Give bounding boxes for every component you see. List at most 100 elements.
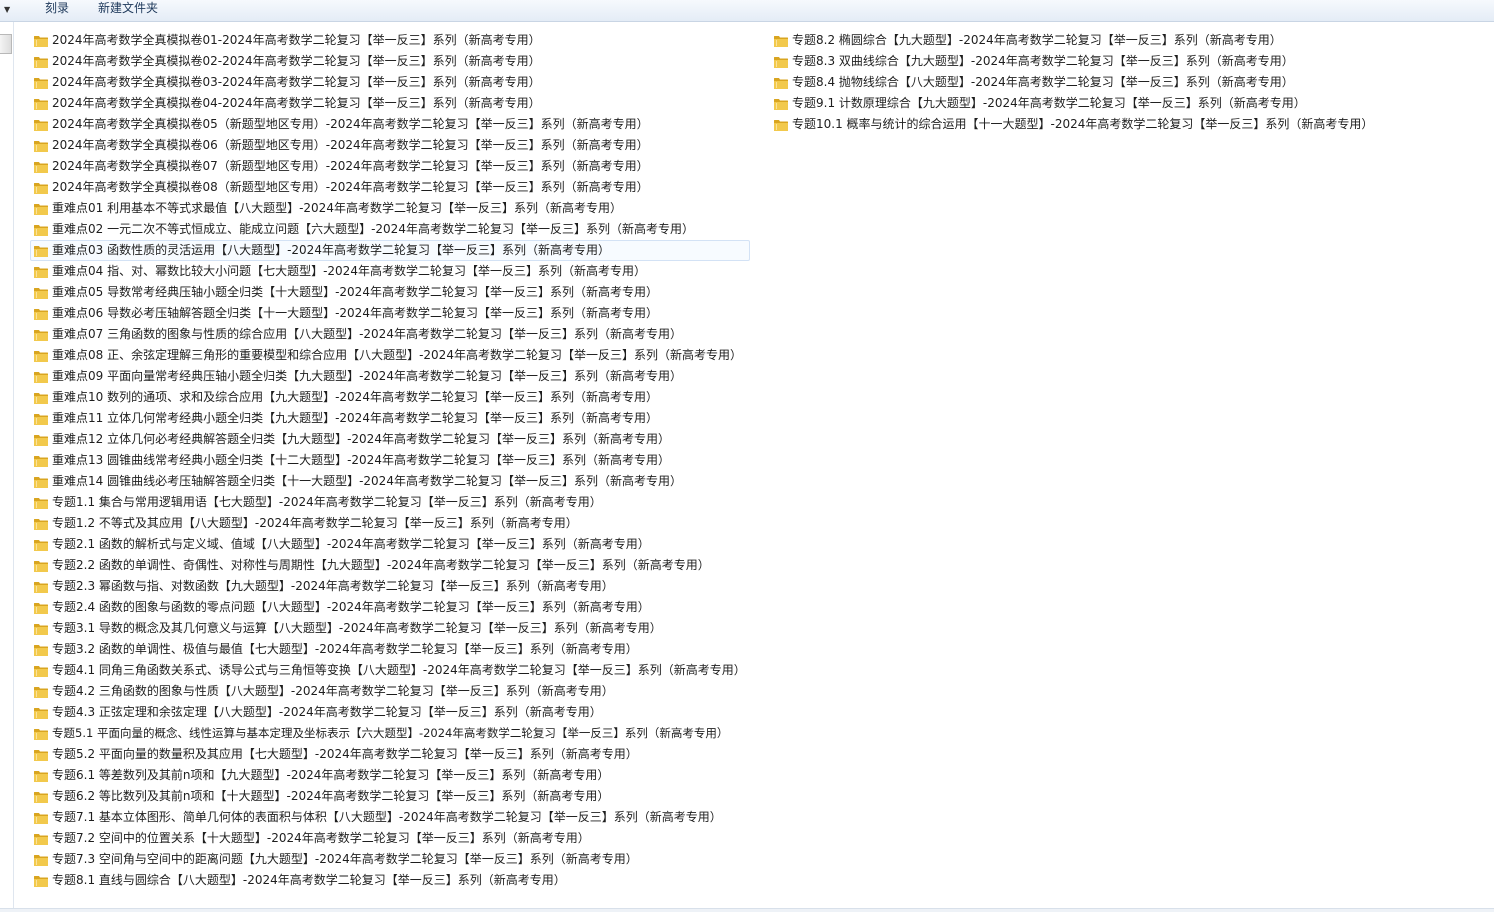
folder-item[interactable]: 专题1.2 不等式及其应用【八大题型】-2024年高考数学二轮复习【举一反三】系…	[33, 513, 750, 534]
folder-icon	[33, 181, 49, 195]
folder-item[interactable]: 专题7.2 空间中的位置关系【十大题型】-2024年高考数学二轮复习【举一反三】…	[33, 828, 750, 849]
folder-name: 专题10.1 概率与统计的综合运用【十一大题型】-2024年高考数学二轮复习【举…	[792, 117, 1374, 131]
folder-item[interactable]: 专题8.1 直线与圆综合【八大题型】-2024年高考数学二轮复习【举一反三】系列…	[33, 870, 750, 891]
folder-item[interactable]: 专题8.2 椭圆综合【九大题型】-2024年高考数学二轮复习【举一反三】系列（新…	[773, 30, 1377, 51]
folder-name: 专题8.2 椭圆综合【九大题型】-2024年高考数学二轮复习【举一反三】系列（新…	[792, 33, 1282, 47]
folder-icon	[33, 223, 49, 237]
folder-name: 专题9.1 计数原理综合【九大题型】-2024年高考数学二轮复习【举一反三】系列…	[792, 96, 1306, 110]
folder-item[interactable]: 重难点07 三角函数的图象与性质的综合应用【八大题型】-2024年高考数学二轮复…	[33, 324, 750, 345]
folder-name: 专题4.2 三角函数的图象与性质【八大题型】-2024年高考数学二轮复习【举一反…	[52, 684, 614, 698]
folder-item[interactable]: 重难点09 平面向量常考经典压轴小题全归类【九大题型】-2024年高考数学二轮复…	[33, 366, 750, 387]
folder-item[interactable]: 重难点14 圆锥曲线必考压轴解答题全归类【十一大题型】-2024年高考数学二轮复…	[33, 471, 750, 492]
folder-item[interactable]: 2024年高考数学全真模拟卷01-2024年高考数学二轮复习【举一反三】系列（新…	[33, 30, 750, 51]
folder-name: 专题2.2 函数的单调性、奇偶性、对称性与周期性【九大题型】-2024年高考数学…	[52, 558, 710, 572]
file-list-column-2: 专题8.2 椭圆综合【九大题型】-2024年高考数学二轮复习【举一反三】系列（新…	[773, 30, 1377, 135]
folder-item[interactable]: 专题6.2 等比数列及其前n项和【十大题型】-2024年高考数学二轮复习【举一反…	[33, 786, 750, 807]
folder-name: 专题7.3 空间角与空间中的距离问题【九大题型】-2024年高考数学二轮复习【举…	[52, 852, 638, 866]
folder-icon	[33, 97, 49, 111]
folder-icon	[33, 748, 49, 762]
folder-icon	[773, 118, 789, 132]
folder-item[interactable]: 专题8.3 双曲线综合【九大题型】-2024年高考数学二轮复习【举一反三】系列（…	[773, 51, 1377, 72]
folder-item[interactable]: 重难点13 圆锥曲线常考经典小题全归类【十二大题型】-2024年高考数学二轮复习…	[33, 450, 750, 471]
folder-item[interactable]: 专题9.1 计数原理综合【九大题型】-2024年高考数学二轮复习【举一反三】系列…	[773, 93, 1377, 114]
folder-item[interactable]: 专题7.1 基本立体图形、简单几何体的表面积与体积【八大题型】-2024年高考数…	[33, 807, 750, 828]
folder-item[interactable]: 专题3.2 函数的单调性、极值与最值【七大题型】-2024年高考数学二轮复习【举…	[33, 639, 750, 660]
folder-name: 重难点06 导数必考压轴解答题全归类【十一大题型】-2024年高考数学二轮复习【…	[52, 306, 658, 320]
folder-item[interactable]: 专题8.4 抛物线综合【八大题型】-2024年高考数学二轮复习【举一反三】系列（…	[773, 72, 1377, 93]
folder-icon	[33, 496, 49, 510]
command-bar: ▼ 刻录 新建文件夹	[0, 0, 1494, 22]
folder-item[interactable]: 专题6.1 等差数列及其前n项和【九大题型】-2024年高考数学二轮复习【举一反…	[33, 765, 750, 786]
folder-item[interactable]: 重难点10 数列的通项、求和及综合应用【九大题型】-2024年高考数学二轮复习【…	[33, 387, 750, 408]
folder-item[interactable]: 专题2.4 函数的图象与函数的零点问题【八大题型】-2024年高考数学二轮复习【…	[33, 597, 750, 618]
folder-icon	[33, 832, 49, 846]
folder-item[interactable]: 专题1.1 集合与常用逻辑用语【七大题型】-2024年高考数学二轮复习【举一反三…	[33, 492, 750, 513]
folder-name: 重难点10 数列的通项、求和及综合应用【九大题型】-2024年高考数学二轮复习【…	[52, 390, 658, 404]
folder-icon	[33, 454, 49, 468]
folder-item[interactable]: 重难点04 指、对、幂数比较大小问题【七大题型】-2024年高考数学二轮复习【举…	[33, 261, 750, 282]
folder-item[interactable]: 重难点02 一元二次不等式恒成立、能成立问题【六大题型】-2024年高考数学二轮…	[33, 219, 750, 240]
folder-icon	[33, 769, 49, 783]
folder-item[interactable]: 专题3.1 导数的概念及其几何意义与运算【八大题型】-2024年高考数学二轮复习…	[33, 618, 750, 639]
folder-item[interactable]: 重难点06 导数必考压轴解答题全归类【十一大题型】-2024年高考数学二轮复习【…	[33, 303, 750, 324]
folder-name: 专题3.2 函数的单调性、极值与最值【七大题型】-2024年高考数学二轮复习【举…	[52, 642, 638, 656]
folder-item[interactable]: 重难点11 立体几何常考经典小题全归类【九大题型】-2024年高考数学二轮复习【…	[33, 408, 750, 429]
folder-name: 专题8.1 直线与圆综合【八大题型】-2024年高考数学二轮复习【举一反三】系列…	[52, 873, 566, 887]
folder-item[interactable]: 专题4.2 三角函数的图象与性质【八大题型】-2024年高考数学二轮复习【举一反…	[33, 681, 750, 702]
folder-item[interactable]: 2024年高考数学全真模拟卷02-2024年高考数学二轮复习【举一反三】系列（新…	[33, 51, 750, 72]
folder-icon	[33, 412, 49, 426]
folder-item[interactable]: 2024年高考数学全真模拟卷08（新题型地区专用）-2024年高考数学二轮复习【…	[33, 177, 750, 198]
folder-name: 重难点02 一元二次不等式恒成立、能成立问题【六大题型】-2024年高考数学二轮…	[52, 222, 694, 236]
folder-icon	[33, 244, 49, 258]
folder-item[interactable]: 重难点03 函数性质的灵活运用【八大题型】-2024年高考数学二轮复习【举一反三…	[30, 240, 750, 261]
folder-item[interactable]: 专题5.2 平面向量的数量积及其应用【七大题型】-2024年高考数学二轮复习【举…	[33, 744, 750, 765]
folder-name: 重难点03 函数性质的灵活运用【八大题型】-2024年高考数学二轮复习【举一反三…	[52, 243, 610, 257]
folder-name: 重难点07 三角函数的图象与性质的综合应用【八大题型】-2024年高考数学二轮复…	[52, 327, 682, 341]
folder-item[interactable]: 重难点05 导数常考经典压轴小题全归类【十大题型】-2024年高考数学二轮复习【…	[33, 282, 750, 303]
folder-icon	[33, 265, 49, 279]
folder-item[interactable]: 专题7.3 空间角与空间中的距离问题【九大题型】-2024年高考数学二轮复习【举…	[33, 849, 750, 870]
new-folder-button[interactable]: 新建文件夹	[98, 0, 158, 21]
folder-icon	[33, 853, 49, 867]
folder-name: 专题6.2 等比数列及其前n项和【十大题型】-2024年高考数学二轮复习【举一反…	[52, 789, 610, 803]
folder-item[interactable]: 专题4.3 正弦定理和余弦定理【八大题型】-2024年高考数学二轮复习【举一反三…	[33, 702, 750, 723]
folder-icon	[773, 97, 789, 111]
folder-icon	[33, 517, 49, 531]
folder-item[interactable]: 专题2.2 函数的单调性、奇偶性、对称性与周期性【九大题型】-2024年高考数学…	[33, 555, 750, 576]
folder-name: 专题4.1 同角三角函数关系式、诱导公式与三角恒等变换【八大题型】-2024年高…	[52, 663, 746, 677]
folder-item[interactable]: 2024年高考数学全真模拟卷06（新题型地区专用）-2024年高考数学二轮复习【…	[33, 135, 750, 156]
file-list-view: 2024年高考数学全真模拟卷01-2024年高考数学二轮复习【举一反三】系列（新…	[15, 22, 1494, 908]
folder-name: 专题8.3 双曲线综合【九大题型】-2024年高考数学二轮复习【举一反三】系列（…	[792, 54, 1294, 68]
folder-item[interactable]: 专题5.1 平面向量的概念、线性运算与基本定理及坐标表示【六大题型】-2024年…	[33, 723, 750, 744]
folder-name: 重难点01 利用基本不等式求最值【八大题型】-2024年高考数学二轮复习【举一反…	[52, 201, 622, 215]
chevron-down-icon[interactable]: ▼	[4, 5, 10, 15]
burn-button[interactable]: 刻录	[45, 0, 69, 21]
folder-name: 专题7.1 基本立体图形、简单几何体的表面积与体积【八大题型】-2024年高考数…	[52, 810, 722, 824]
folder-item[interactable]: 2024年高考数学全真模拟卷05（新题型地区专用）-2024年高考数学二轮复习【…	[33, 114, 750, 135]
folder-item[interactable]: 专题4.1 同角三角函数关系式、诱导公式与三角恒等变换【八大题型】-2024年高…	[33, 660, 750, 681]
folder-name: 重难点13 圆锥曲线常考经典小题全归类【十二大题型】-2024年高考数学二轮复习…	[52, 453, 670, 467]
folder-item[interactable]: 2024年高考数学全真模拟卷04-2024年高考数学二轮复习【举一反三】系列（新…	[33, 93, 750, 114]
folder-name: 专题2.1 函数的解析式与定义域、值域【八大题型】-2024年高考数学二轮复习【…	[52, 537, 650, 551]
folder-item[interactable]: 专题2.1 函数的解析式与定义域、值域【八大题型】-2024年高考数学二轮复习【…	[33, 534, 750, 555]
folder-item[interactable]: 专题10.1 概率与统计的综合运用【十一大题型】-2024年高考数学二轮复习【举…	[773, 114, 1377, 135]
folder-name: 2024年高考数学全真模拟卷05（新题型地区专用）-2024年高考数学二轮复习【…	[52, 117, 649, 131]
folder-item[interactable]: 重难点08 正、余弦定理解三角形的重要模型和综合应用【八大题型】-2024年高考…	[33, 345, 750, 366]
folder-icon	[33, 727, 49, 741]
folder-item[interactable]: 重难点12 立体几何必考经典解答题全归类【九大题型】-2024年高考数学二轮复习…	[33, 429, 750, 450]
folder-icon	[33, 76, 49, 90]
folder-item[interactable]: 重难点01 利用基本不等式求最值【八大题型】-2024年高考数学二轮复习【举一反…	[33, 198, 750, 219]
folder-name: 专题6.1 等差数列及其前n项和【九大题型】-2024年高考数学二轮复习【举一反…	[52, 768, 610, 782]
folder-icon	[33, 349, 49, 363]
folder-name: 重难点04 指、对、幂数比较大小问题【七大题型】-2024年高考数学二轮复习【举…	[52, 264, 646, 278]
folder-name: 专题5.2 平面向量的数量积及其应用【七大题型】-2024年高考数学二轮复习【举…	[52, 747, 638, 761]
folder-name: 2024年高考数学全真模拟卷03-2024年高考数学二轮复习【举一反三】系列（新…	[52, 75, 541, 89]
folder-icon	[33, 874, 49, 888]
folder-item[interactable]: 2024年高考数学全真模拟卷03-2024年高考数学二轮复习【举一反三】系列（新…	[33, 72, 750, 93]
pane-resize-handle[interactable]	[0, 34, 12, 54]
folder-icon	[33, 391, 49, 405]
folder-item[interactable]: 2024年高考数学全真模拟卷07（新题型地区专用）-2024年高考数学二轮复习【…	[33, 156, 750, 177]
folder-name: 专题1.2 不等式及其应用【八大题型】-2024年高考数学二轮复习【举一反三】系…	[52, 516, 578, 530]
folder-icon	[33, 286, 49, 300]
folder-item[interactable]: 专题2.3 幂函数与指、对数函数【九大题型】-2024年高考数学二轮复习【举一反…	[33, 576, 750, 597]
